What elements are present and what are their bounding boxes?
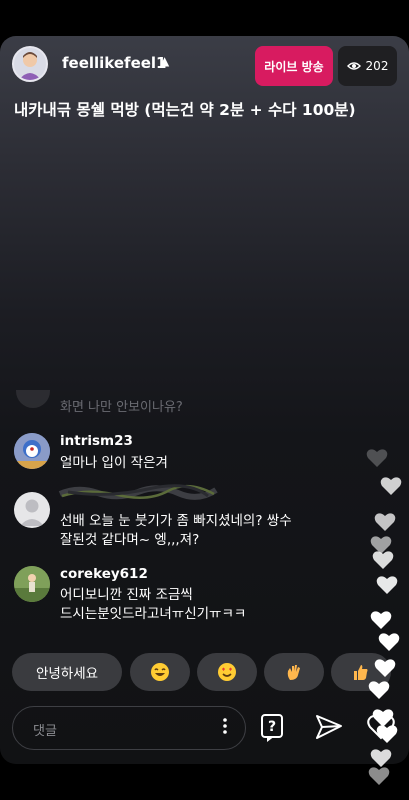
heart-icon (372, 551, 394, 569)
heart-icon (376, 725, 398, 743)
heart-icon (380, 477, 402, 495)
grinning-face-icon (151, 663, 169, 681)
comment-avatar[interactable] (14, 566, 50, 602)
redacted-username-scribble (58, 484, 218, 500)
comment-text: 얼마나 입이 작은겨 (60, 455, 168, 471)
comment-input[interactable]: 댓글 (12, 706, 246, 750)
send-icon[interactable] (314, 712, 344, 742)
thumbs-up-icon (354, 665, 368, 680)
heart-icon (366, 449, 388, 467)
more-vertical-icon[interactable] (223, 717, 227, 735)
quick-reply-grin[interactable] (130, 653, 190, 691)
host-username[interactable]: feellikefeel1 (62, 54, 167, 72)
comment-text-faded: 화면 나만 안보이나유? (60, 400, 183, 415)
viewer-count-badge[interactable]: 202 (338, 46, 397, 86)
eye-icon (346, 62, 361, 70)
quick-reply-heart-eyes[interactable] (197, 653, 257, 691)
question-card-icon[interactable]: ? (258, 712, 288, 742)
heart-eyes-face-icon (218, 663, 236, 681)
heart-icon (374, 513, 396, 531)
viewer-count: 202 (365, 59, 389, 73)
waving-hand-icon (287, 665, 300, 680)
svg-text:?: ? (268, 719, 276, 735)
stream-title: 내카내귺 몽쉘 먹방 (먹는건 약 2분 + 수다 100분) (14, 101, 356, 119)
comment-avatar-default[interactable] (14, 492, 50, 528)
quick-reply-greeting[interactable]: 안녕하세요 (12, 653, 122, 691)
live-screen: feellikefeel1 ▲ 라이브 방송 202 내카내귺 몽쉘 먹방 (먹… (0, 36, 409, 764)
heart-icon (374, 659, 396, 677)
comment-text: 어디보니깐 진짜 조금씩 드시는분잇드라고녀ㅠ신기ㅠㅋㅋ (60, 587, 247, 622)
heart-icon (376, 576, 398, 594)
heart-icon (370, 749, 392, 767)
heart-icon (370, 611, 392, 629)
comment-input-placeholder: 댓글 (33, 724, 57, 739)
quick-reply-wave[interactable] (264, 653, 324, 691)
heart-icon (368, 767, 390, 785)
heart-icon (368, 681, 390, 699)
caret-up-icon[interactable]: ▲ (160, 54, 169, 68)
comment-text: 선배 오늘 눈 붓기가 좀 빠지셨네의? 쌍수 잘된것 같다며~ 엥,,,져? (60, 513, 292, 548)
comment-avatar[interactable] (14, 433, 50, 469)
comment-username[interactable]: corekey612 (60, 566, 148, 582)
host-avatar[interactable] (12, 46, 48, 82)
comment-username[interactable]: intrism23 (60, 433, 133, 449)
comment-avatar-faded (16, 390, 50, 408)
live-broadcast-button[interactable]: 라이브 방송 (255, 46, 333, 86)
heart-icon (378, 633, 400, 651)
